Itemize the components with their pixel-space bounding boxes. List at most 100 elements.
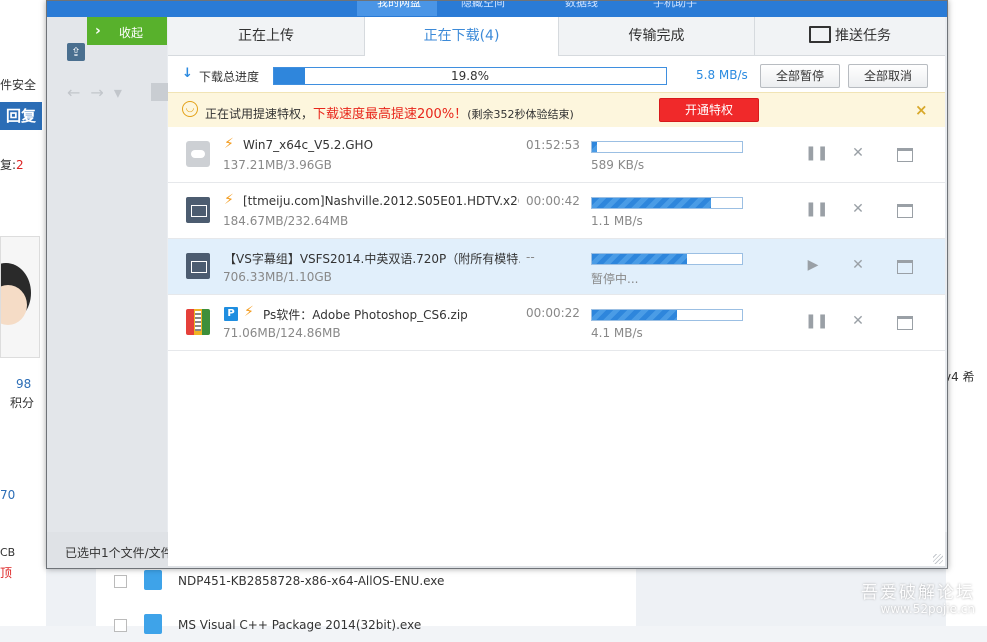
- bg-file-name: NDP451-KB2858728-x86-x64-AllOS-ENU.exe: [178, 574, 445, 588]
- time-remaining: 00:00:22: [526, 306, 580, 320]
- cloud-file-icon: [186, 141, 210, 167]
- overall-progress-percent: 19.8%: [450, 69, 490, 83]
- bg-right-column: v4 希: [944, 0, 987, 626]
- top-tab-data-cable[interactable]: 数据线: [547, 1, 607, 16]
- exe-file-icon: [144, 614, 162, 634]
- row-progress-bar: [591, 197, 743, 209]
- row-progress-fill: [592, 310, 677, 320]
- file-name: [ttmeiju.com]Nashville.2012.S05E01.HDTV.…: [243, 194, 519, 208]
- promo-text: 正在试用提速特权，下载速度最高提速200%！(剩余352秒体验结束): [205, 107, 574, 122]
- file-name: Win7_x64c_V5.2.GHO: [243, 138, 374, 152]
- zip-file-icon: [186, 309, 210, 335]
- file-size: 137.21MB/3.96GB: [223, 158, 332, 172]
- exe-file-icon: [144, 570, 162, 590]
- bg-left-num: 70: [0, 488, 16, 502]
- collapse-label: 收起: [119, 26, 144, 40]
- bg-file-list: NDP451-KB2858728-x86-x64-AllOS-ENU.exe M…: [96, 566, 636, 634]
- download-row[interactable]: ⚡ Win7_x64c_V5.2.GHO 137.21MB/3.96GB 01:…: [168, 127, 945, 183]
- row-status: 暂停中...: [591, 272, 639, 286]
- file-size: 71.06MB/124.86MB: [223, 326, 341, 340]
- resize-grip-icon[interactable]: [933, 554, 943, 564]
- tab-downloading[interactable]: 正在下载(4): [365, 17, 559, 56]
- bg-file-row[interactable]: MS Visual C++ Package 2014(32bit).exe: [96, 614, 636, 642]
- tab-completed[interactable]: 传输完成: [559, 17, 755, 55]
- row-progress-bar: [591, 309, 743, 321]
- upload-icon[interactable]: ⇪: [67, 43, 85, 61]
- bg-reply-button[interactable]: 回复: [0, 102, 42, 130]
- avatar[interactable]: [0, 236, 40, 358]
- pause-icon[interactable]: ❚❚: [805, 313, 828, 329]
- bg-file-name: MS Visual C++ Package 2014(32bit).exe: [178, 618, 422, 632]
- pause-all-button[interactable]: 全部暂停: [760, 64, 840, 88]
- chevron-right-icon: ›: [95, 23, 101, 39]
- status-text: 已选中1个文件/文件: [65, 546, 173, 560]
- smiley-icon: ◡: [182, 101, 198, 117]
- bg-score-label: 积分: [10, 396, 35, 410]
- cancel-all-button[interactable]: 全部取消: [848, 64, 928, 88]
- overall-progress-label: 下载总进度: [199, 70, 260, 84]
- speedup-promo-bar: ◡ 正在试用提速特权，下载速度最高提速200%！(剩余352秒体验结束) 开通特…: [168, 92, 945, 128]
- time-remaining: 00:00:42: [526, 194, 580, 208]
- download-row-selected[interactable]: 【VS字幕组】VSFS2014.中英双语.720P（附所有模特... 706.3…: [168, 239, 945, 295]
- download-row[interactable]: ⚡ [ttmeiju.com]Nashville.2012.S05E01.HDT…: [168, 183, 945, 239]
- overall-progress-row: ↓ 下载总进度 19.8% 5.8 MB/s 全部暂停 全部取消: [168, 56, 945, 92]
- time-remaining: --: [526, 250, 535, 264]
- play-icon[interactable]: ▶: [805, 257, 821, 273]
- lightning-icon: ⚡: [244, 304, 254, 320]
- bg-score-value: 98: [16, 377, 32, 391]
- folder-icon[interactable]: [897, 316, 913, 330]
- pause-icon[interactable]: ❚❚: [805, 201, 828, 217]
- bg-file-checkbox[interactable]: [114, 575, 127, 588]
- folder-icon[interactable]: [897, 204, 913, 218]
- download-row[interactable]: P ⚡ Ps软件：Adobe Photoshop_CS6.zip 71.06MB…: [168, 295, 945, 351]
- close-icon[interactable]: ×: [915, 101, 928, 119]
- folder-icon[interactable]: [897, 148, 913, 162]
- window-left-column: ⇪ ←→▾: [47, 17, 169, 568]
- tab-uploading[interactable]: 正在上传: [168, 17, 365, 55]
- close-icon[interactable]: ✕: [850, 313, 866, 329]
- tab-push-tasks[interactable]: 推送任务: [755, 17, 945, 55]
- top-tab-my-disk[interactable]: 我的网盘: [357, 1, 437, 16]
- file-size: 706.33MB/1.10GB: [223, 270, 332, 284]
- bg-reply-count: 复:2: [0, 158, 24, 172]
- collapse-button[interactable]: › 收起: [87, 17, 167, 45]
- lightning-icon: ⚡: [224, 192, 234, 208]
- close-icon[interactable]: ✕: [850, 145, 866, 161]
- transfer-window: 我的网盘 隐藏空间 数据线 手机助手 ⇪ ←→▾ › 收起 已选中1个文件/文件…: [46, 0, 948, 569]
- pause-icon[interactable]: ❚❚: [805, 145, 828, 161]
- lightning-icon: ⚡: [224, 136, 234, 152]
- file-name: Ps软件：Adobe Photoshop_CS6.zip: [263, 308, 468, 322]
- tab-push-label: 推送任务: [835, 28, 891, 44]
- bg-left-snippet: 件安全: [0, 78, 37, 92]
- watermark-url: www.52pojie.cn: [880, 602, 975, 616]
- row-progress-fill: [592, 254, 687, 264]
- row-progress-fill: [592, 198, 711, 208]
- row-speed: 4.1 MB/s: [591, 326, 643, 340]
- activate-privilege-button[interactable]: 开通特权: [659, 98, 759, 122]
- top-nav-bar: 我的网盘 隐藏空间 数据线 手机助手: [47, 1, 947, 17]
- close-icon[interactable]: ✕: [850, 201, 866, 217]
- watermark-text: 吾爱破解论坛: [861, 583, 975, 603]
- top-tab-hidden-space[interactable]: 隐藏空间: [445, 1, 525, 16]
- p-badge-icon: P: [224, 307, 238, 321]
- video-file-icon: [186, 197, 210, 223]
- home-icon: [151, 83, 169, 101]
- top-tab-phone-helper[interactable]: 手机助手: [639, 1, 719, 16]
- time-remaining: 01:52:53: [526, 138, 580, 152]
- nav-arrows-icon: ←→▾: [67, 83, 132, 102]
- transfer-panel: 正在上传 正在下载(4) 传输完成 推送任务 ↓ 下载总进度 19.8% 5.8…: [168, 17, 945, 566]
- overall-speed: 5.8 MB/s: [696, 68, 748, 82]
- row-speed: 1.1 MB/s: [591, 214, 643, 228]
- file-size: 184.67MB/232.64MB: [223, 214, 349, 228]
- video-file-icon: [186, 253, 210, 279]
- bg-left-cb: CB: [0, 546, 16, 559]
- row-progress-bar: [591, 141, 743, 153]
- close-icon[interactable]: ✕: [850, 257, 866, 273]
- bg-left-column: 件安全 回复 复:2 98 积分 70 CB 顶: [0, 0, 46, 626]
- bg-file-row[interactable]: NDP451-KB2858728-x86-x64-AllOS-ENU.exe: [96, 570, 636, 598]
- bg-right-snippet: v4 希: [944, 370, 975, 384]
- file-name: 【VS字幕组】VSFS2014.中英双语.720P（附所有模特...: [224, 252, 520, 266]
- folder-icon[interactable]: [897, 260, 913, 274]
- overall-progress-bar: 19.8%: [273, 67, 667, 85]
- tv-push-icon: [809, 26, 831, 43]
